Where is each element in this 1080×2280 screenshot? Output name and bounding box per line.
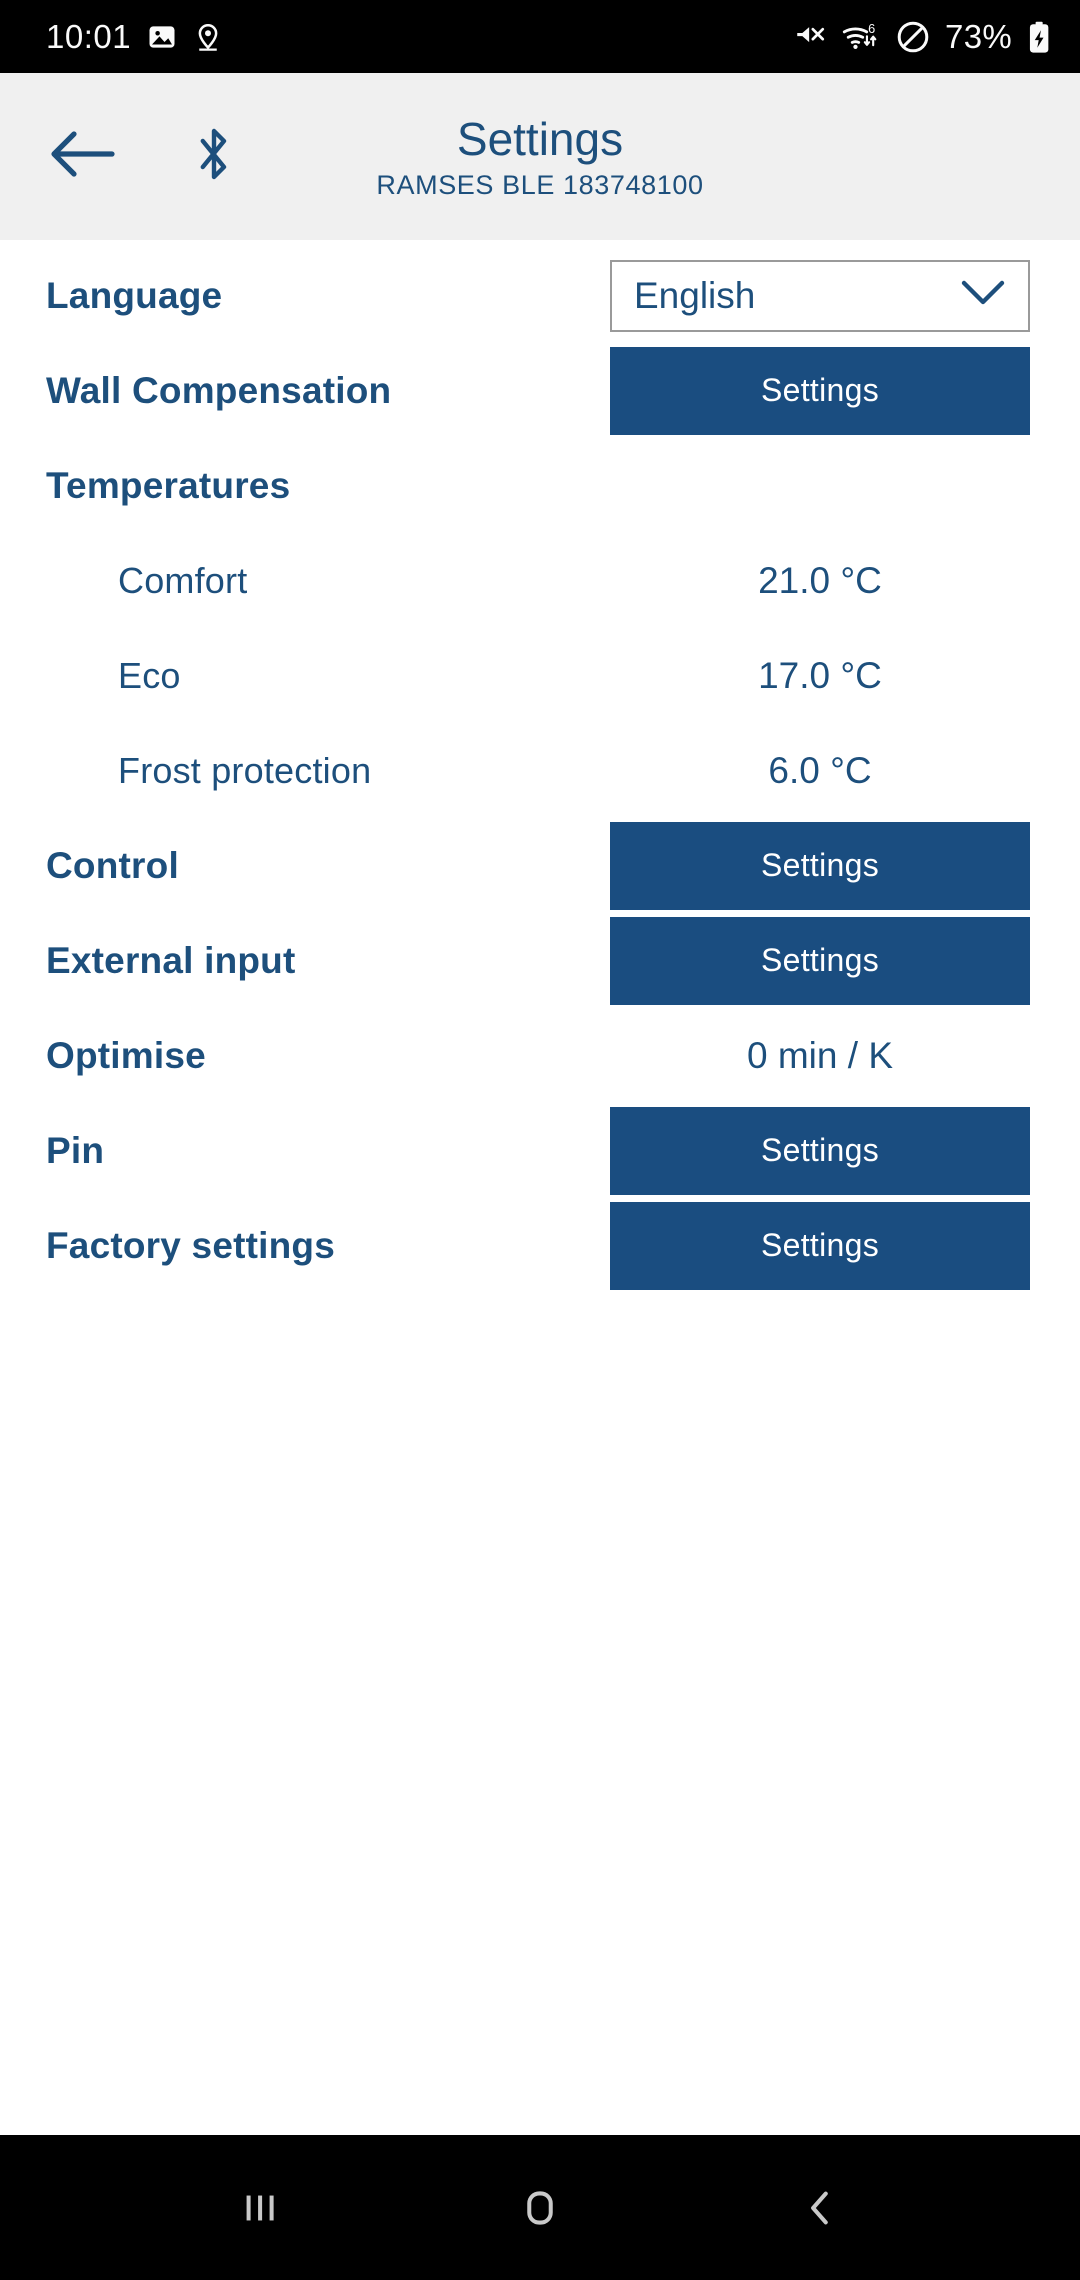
label-external-input: External input — [46, 939, 296, 981]
chevron-down-icon — [960, 279, 1006, 312]
optimise-edit-pencil-icon[interactable] — [1060, 1034, 1080, 1078]
device-subtitle: RAMSES BLE 183748100 — [376, 170, 704, 201]
back-chevron-icon[interactable] — [760, 2148, 880, 2268]
label-factory-settings: Factory settings — [46, 1224, 335, 1266]
location-pin-icon — [193, 22, 223, 52]
app-header-actions — [0, 123, 236, 190]
row-frost-protection: Frost protection 6.0 °C — [0, 723, 1080, 818]
settings-list: Language English Wall Compensation Setti… — [0, 240, 1080, 1714]
recents-icon[interactable] — [200, 2148, 320, 2268]
factory-settings-button[interactable]: Settings — [610, 1201, 1030, 1290]
row-eco: Eco 17.0 °C — [0, 628, 1080, 723]
label-temperatures: Temperatures — [46, 464, 291, 506]
mute-icon — [793, 20, 827, 54]
do-not-disturb-icon — [895, 19, 931, 55]
row-external-input: External input Settings — [0, 913, 1080, 1008]
control-control: Settings — [610, 821, 1080, 910]
row-comfort: Comfort 21.0 °C — [0, 533, 1080, 628]
battery-percentage: 73% — [945, 17, 1012, 55]
external-input-settings-button[interactable]: Settings — [610, 916, 1030, 1005]
label-frost-protection: Frost protection — [118, 749, 372, 791]
row-temperatures-header: Temperatures — [0, 438, 1080, 533]
label-eco: Eco — [118, 654, 181, 696]
control-eco: 17.0 °C — [610, 654, 1080, 698]
bluetooth-icon[interactable] — [192, 123, 236, 190]
row-factory-settings: Factory settings Settings — [0, 1198, 1080, 1293]
row-wall-compensation: Wall Compensation Settings — [0, 343, 1080, 438]
comfort-edit-pencil-icon[interactable] — [1060, 559, 1080, 603]
eco-value: 17.0 °C — [758, 654, 882, 696]
comfort-value: 21.0 °C — [758, 559, 882, 601]
frost-protection-value-wrap: 6.0 °C — [610, 750, 1030, 792]
control-factory-settings: Settings — [610, 1201, 1080, 1290]
status-bar-left: 10:01 — [46, 18, 223, 56]
label-control: Control — [46, 844, 179, 886]
svg-text:6: 6 — [868, 20, 875, 35]
image-icon — [147, 22, 177, 52]
wall-compensation-settings-button[interactable]: Settings — [610, 346, 1030, 435]
language-selected-value: English — [634, 274, 756, 316]
eco-edit-pencil-icon[interactable] — [1060, 654, 1080, 698]
page-title: Settings — [456, 112, 624, 165]
app-header: Settings RAMSES BLE 183748100 — [0, 73, 1080, 240]
control-language: English — [610, 259, 1080, 332]
row-language: Language English — [0, 248, 1080, 343]
status-bar-right: 6 73% — [793, 18, 1052, 56]
row-pin: Pin Settings — [0, 1103, 1080, 1198]
home-icon[interactable] — [480, 2148, 600, 2268]
label-language: Language — [46, 274, 223, 316]
control-pin: Settings — [610, 1106, 1080, 1195]
optimise-value: 0 min / K — [747, 1034, 893, 1076]
back-arrow-icon[interactable] — [46, 128, 118, 185]
status-bar: 10:01 6 73% — [0, 0, 1080, 73]
row-optimise: Optimise 0 min / K — [0, 1008, 1080, 1103]
control-comfort: 21.0 °C — [610, 559, 1080, 603]
comfort-value-wrap: 21.0 °C — [610, 560, 1030, 602]
status-time: 10:01 — [46, 17, 132, 55]
label-optimise: Optimise — [46, 1034, 206, 1076]
battery-charging-icon — [1026, 20, 1052, 54]
frost-protection-edit-pencil-icon[interactable] — [1060, 749, 1080, 793]
phone-screen: 10:01 6 73% Settings RAMSES BLE 18374810… — [0, 0, 1080, 2280]
label-wall-compensation: Wall Compensation — [46, 369, 392, 411]
label-pin: Pin — [46, 1129, 105, 1171]
control-settings-button[interactable]: Settings — [610, 821, 1030, 910]
content-empty-space — [0, 1714, 1080, 2135]
optimise-value-wrap: 0 min / K — [610, 1035, 1030, 1077]
language-select[interactable]: English — [610, 259, 1030, 332]
frost-protection-value: 6.0 °C — [768, 749, 872, 791]
control-frost-protection: 6.0 °C — [610, 749, 1080, 793]
pin-settings-button[interactable]: Settings — [610, 1106, 1030, 1195]
control-external-input: Settings — [610, 916, 1080, 1005]
label-comfort: Comfort — [118, 559, 248, 601]
control-optimise: 0 min / K — [610, 1034, 1080, 1078]
android-navigation-bar — [0, 2135, 1080, 2280]
control-wall-compensation: Settings — [610, 346, 1080, 435]
eco-value-wrap: 17.0 °C — [610, 655, 1030, 697]
row-control: Control Settings — [0, 818, 1080, 913]
wifi-6-icon: 6 — [841, 20, 881, 54]
